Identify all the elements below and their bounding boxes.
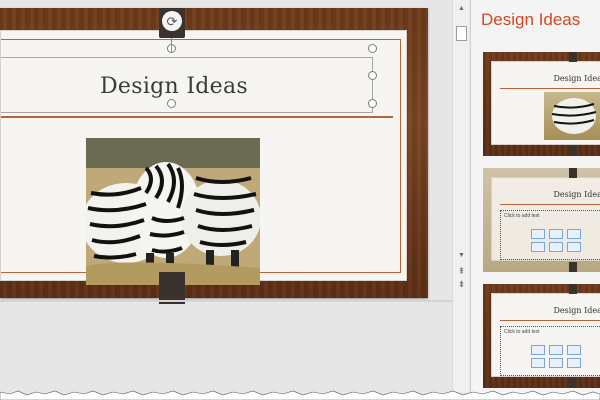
- rotate-stem: [171, 38, 172, 52]
- frame-top-tab: ⟳: [159, 8, 185, 38]
- design-idea-thumbnail-1[interactable]: Design Ideas: [483, 52, 600, 156]
- scroll-thumb[interactable]: [456, 26, 467, 41]
- scroll-down-arrow-icon[interactable]: ▼: [454, 248, 469, 262]
- online-picture-icon: [549, 358, 563, 368]
- separator: [0, 300, 452, 302]
- slide-canvas[interactable]: Design Ideas: [0, 30, 407, 285]
- vertical-scrollbar[interactable]: ▲ ▼ ⇞ ⇟: [452, 0, 469, 392]
- thumbnail-title: Design Ideas: [553, 306, 600, 315]
- online-picture-icon: [549, 242, 563, 252]
- zebra-image: [86, 138, 260, 285]
- video-icon: [567, 358, 581, 368]
- title-placeholder[interactable]: Design Ideas: [1, 57, 373, 113]
- thumbnail-title: Design Ideas: [553, 74, 600, 83]
- table-icon: [531, 345, 545, 355]
- powerpoint-window: Design Ideas ⟳ ▲ ▼ ⇞ ⇟ Design Ideas Desi…: [0, 0, 600, 400]
- design-idea-thumbnail-2[interactable]: Design Ideas Click to add text: [483, 168, 600, 272]
- previous-slide-icon[interactable]: ⇞: [454, 264, 469, 278]
- design-idea-thumbnail-3[interactable]: Design Ideas Click to add text: [483, 284, 600, 388]
- design-ideas-pane: Design Ideas Design Ideas: [470, 0, 600, 400]
- content-placeholder: Click to add text: [500, 210, 600, 260]
- picture-icon: [531, 242, 545, 252]
- slide-editing-area: Design Ideas ⟳: [0, 0, 452, 392]
- smartart-icon: [567, 345, 581, 355]
- pane-title: Design Ideas: [481, 10, 581, 29]
- resize-handle-bottom[interactable]: [167, 99, 176, 108]
- next-slide-icon[interactable]: ⇟: [454, 277, 469, 291]
- title-underline: [1, 116, 393, 118]
- chart-icon: [549, 229, 563, 239]
- resize-handle-top-right[interactable]: [368, 44, 377, 53]
- video-icon: [567, 242, 581, 252]
- chart-icon: [549, 345, 563, 355]
- torn-edge: [0, 390, 600, 400]
- picture-icon: [531, 358, 545, 368]
- thumbnail-title: Design Ideas: [553, 190, 600, 199]
- rotate-handle-icon[interactable]: ⟳: [162, 11, 182, 31]
- table-icon: [531, 229, 545, 239]
- zebra-photo[interactable]: [86, 138, 260, 285]
- resize-handle-bottom-right[interactable]: [368, 99, 377, 108]
- slide-wood-frame: Design Ideas ⟳: [0, 8, 428, 304]
- content-placeholder: Click to add text: [500, 326, 600, 376]
- resize-handle-right[interactable]: [368, 71, 377, 80]
- smartart-icon: [567, 229, 581, 239]
- zebra-photo-thumb: [544, 92, 600, 140]
- scroll-up-arrow-icon[interactable]: ▲: [454, 1, 469, 15]
